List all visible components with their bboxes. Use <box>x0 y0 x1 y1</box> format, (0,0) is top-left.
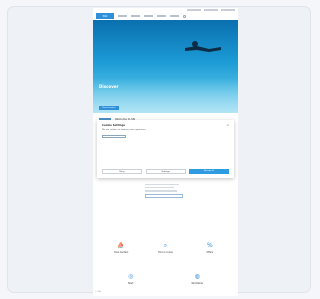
feature-item[interactable]: ⌕ Find a course <box>143 232 187 254</box>
feature-item[interactable]: % Offers <box>188 232 232 254</box>
nav-link[interactable] <box>170 15 179 17</box>
site-logo[interactable]: SSI <box>96 13 114 19</box>
boat-icon: ⛵ <box>117 242 125 249</box>
consent-title: Cookie Settings <box>102 124 125 127</box>
diver-icon: ◎ <box>128 273 134 280</box>
hero-title: Discover <box>99 84 119 89</box>
deny-button[interactable]: Deny <box>102 169 142 174</box>
cookie-consent-dialog: × Cookie Settings We use cookies to impr… <box>97 120 234 178</box>
consent-link[interactable] <box>102 134 126 138</box>
diver-illustration <box>185 41 221 52</box>
feature-item[interactable]: ◍ Worldwide <box>192 263 203 285</box>
nav-link[interactable] <box>131 15 140 17</box>
feature-row-2: ◎ Start ◍ Worldwide <box>99 263 232 285</box>
settings-button[interactable]: Settings <box>145 169 186 174</box>
nav-link[interactable] <box>118 15 127 17</box>
content-block <box>145 182 187 198</box>
nav-link[interactable] <box>157 15 166 17</box>
search-icon: ⌕ <box>163 242 168 249</box>
feature-item[interactable]: ⛵ Dive Centers <box>99 232 143 254</box>
content-button[interactable] <box>145 193 183 198</box>
close-icon[interactable]: × <box>226 123 229 127</box>
consent-button-row: Deny Settings Accept all <box>102 169 229 174</box>
feature-item[interactable]: ◎ Start <box>128 263 133 285</box>
footer-text: © SSI <box>95 291 101 293</box>
accept-all-button[interactable]: Accept all <box>189 169 229 174</box>
globe-icon: ◍ <box>194 273 200 280</box>
hero-cta-button[interactable]: Find a center <box>99 106 119 110</box>
percent-icon: % <box>206 242 213 249</box>
main-nav: SSI <box>93 12 238 20</box>
hero-banner: Discover Find a center <box>93 20 238 113</box>
feature-grid: ⛵ Dive Centers ⌕ Find a course % Offers <box>99 232 232 254</box>
search-icon[interactable] <box>183 14 186 18</box>
consent-text: We use cookies to improve your experienc… <box>102 129 147 131</box>
nav-link[interactable] <box>144 15 153 17</box>
